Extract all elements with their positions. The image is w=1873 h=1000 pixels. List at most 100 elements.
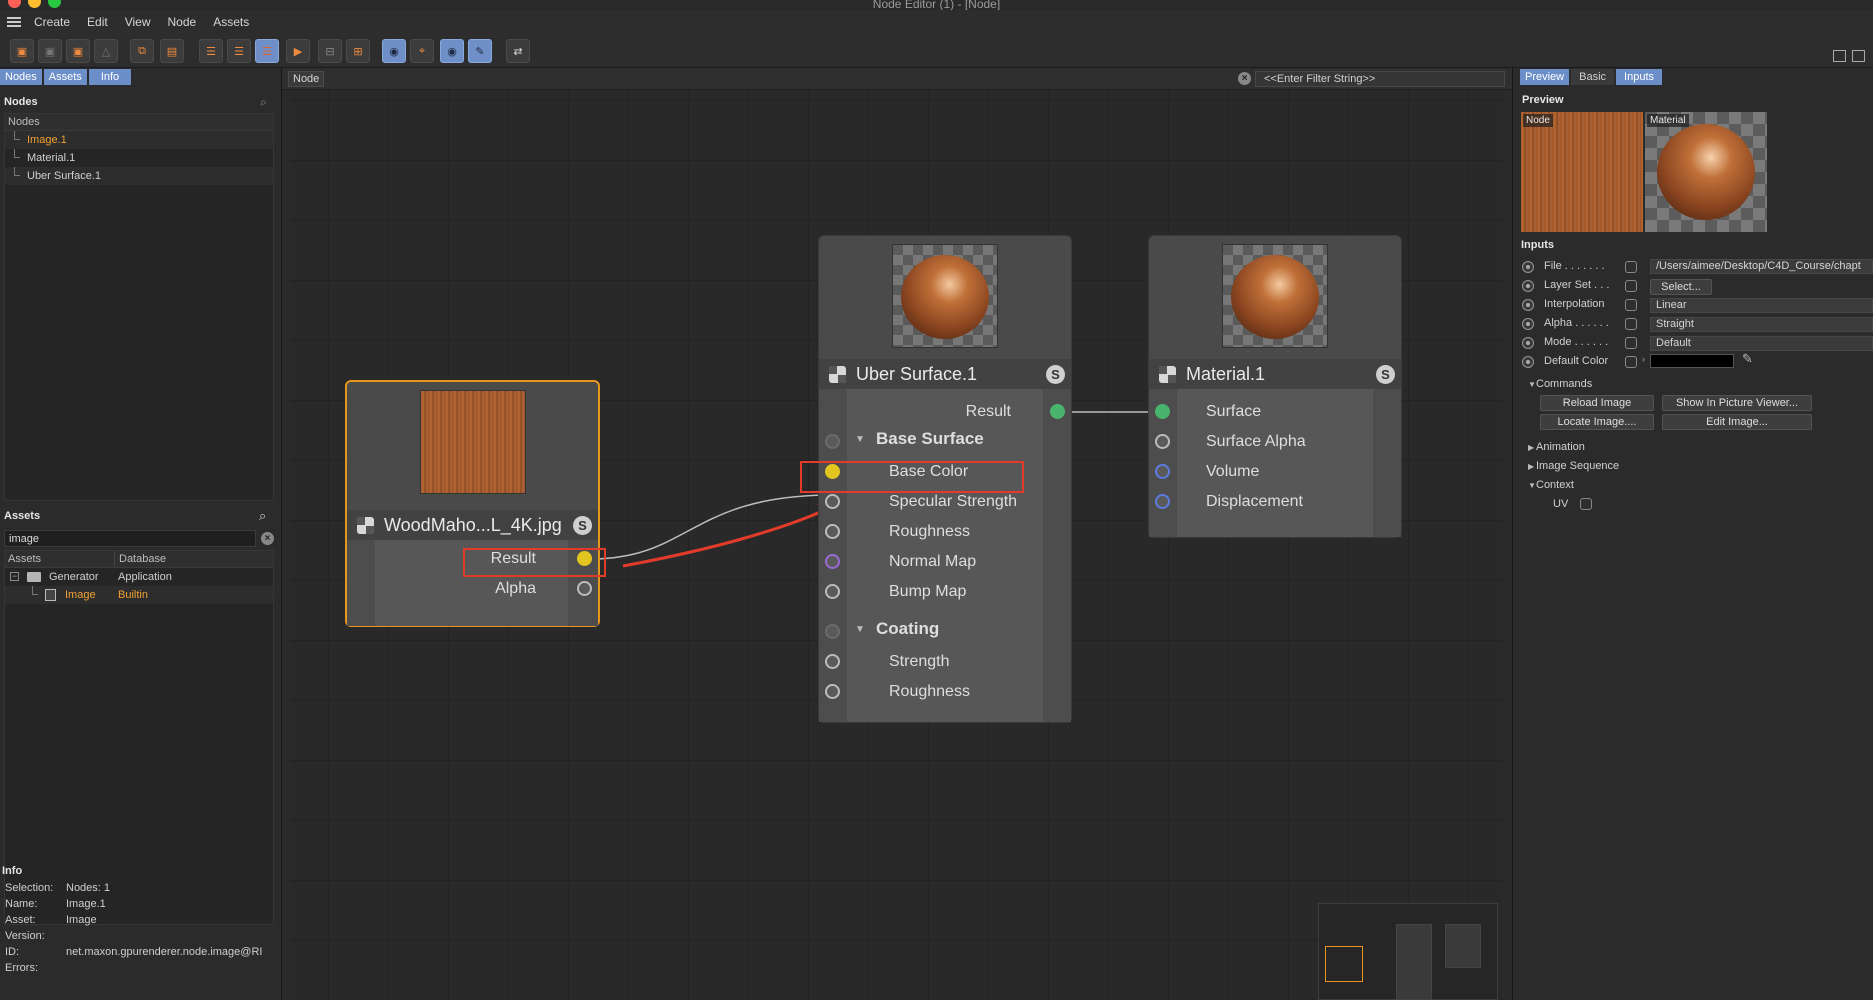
input-port-volume[interactable] [1155, 464, 1170, 479]
clear-search-icon[interactable]: × [261, 532, 274, 545]
mode-checkbox[interactable] [1625, 337, 1637, 349]
collapse-triangle-icon[interactable]: ▼ [855, 624, 865, 635]
layout-rows-icon[interactable]: ☰ [199, 39, 223, 63]
animate-file-icon[interactable] [1522, 261, 1534, 273]
tab-info[interactable]: Info [88, 69, 132, 85]
solo-badge-icon[interactable]: S [573, 516, 592, 535]
asset-row-generator[interactable]: − Generator Application [5, 568, 273, 586]
tab-preview[interactable]: Preview [1520, 69, 1570, 85]
minimap[interactable] [1318, 903, 1498, 1000]
ungroup-nodes-icon[interactable]: ▣ [66, 39, 90, 63]
node-list-item[interactable]: Image.1 [5, 131, 273, 149]
input-port-roughness[interactable] [825, 524, 840, 539]
edit-image-button[interactable]: Edit Image... [1662, 414, 1812, 430]
input-port-coating-roughness[interactable] [825, 684, 840, 699]
input-port-coating[interactable] [825, 624, 840, 639]
menu-view[interactable]: View [125, 15, 151, 29]
file-path-field[interactable]: /Users/aimee/Desktop/C4D_Course/chapt [1650, 259, 1873, 274]
group-coating[interactable]: Coating [876, 616, 939, 641]
output-port-result[interactable] [1050, 404, 1065, 419]
file-checkbox[interactable] [1625, 261, 1637, 273]
layout-columns-icon[interactable]: ☰ [227, 39, 251, 63]
reload-image-button[interactable]: Reload Image [1540, 395, 1654, 411]
animate-alpha-icon[interactable] [1522, 318, 1534, 330]
interpolation-checkbox[interactable] [1625, 299, 1637, 311]
input-port-surface[interactable] [1155, 404, 1170, 419]
context-section[interactable]: ▼Context [1528, 479, 1574, 491]
input-port-surface-alpha[interactable] [1155, 434, 1170, 449]
default-color-checkbox[interactable] [1625, 356, 1637, 368]
layout-expanded-icon[interactable]: ☰ [255, 39, 279, 63]
animate-interpolation-icon[interactable] [1522, 299, 1534, 311]
solo-node-icon[interactable]: △ [94, 39, 118, 63]
frame-selected-icon[interactable]: ⌖ [410, 39, 434, 63]
eyedropper-icon[interactable]: ✎ [1742, 351, 1753, 367]
assets-search-input[interactable] [4, 530, 256, 547]
nodes-search-icon[interactable]: ⌕ [260, 95, 267, 110]
clear-filter-icon[interactable]: × [1238, 72, 1251, 85]
tree-collapse-icon[interactable]: − [10, 572, 19, 581]
input-port-base-surface[interactable] [825, 434, 840, 449]
input-port-bump-map[interactable] [825, 584, 840, 599]
animation-section[interactable]: ▶ Animation [1528, 441, 1585, 453]
collapse-ports-icon[interactable]: ⊟ [318, 39, 342, 63]
play-preview-icon[interactable]: ▶ [286, 39, 310, 63]
output-port-alpha[interactable] [577, 581, 592, 596]
uv-checkbox[interactable] [1580, 498, 1592, 510]
menu-node[interactable]: Node [168, 15, 197, 29]
tab-assets[interactable]: Assets [43, 69, 87, 85]
copy-node-icon[interactable]: ⧉ [130, 39, 154, 63]
material-preview-thumbnail[interactable]: Material [1645, 112, 1767, 232]
tab-basic[interactable]: Basic [1571, 69, 1615, 85]
node-list-item[interactable]: Material.1 [5, 149, 273, 167]
material-header[interactable]: Material.1 S [1149, 359, 1401, 389]
tab-inputs[interactable]: Inputs [1616, 69, 1662, 85]
mode-dropdown[interactable]: Default [1650, 336, 1873, 351]
layerset-checkbox[interactable] [1625, 280, 1637, 292]
wire-result-to-base-color[interactable] [590, 494, 834, 560]
image-node-header[interactable]: WoodMaho...L_4K.jpg S [347, 510, 598, 540]
input-port-specular-strength[interactable] [825, 494, 840, 509]
animate-mode-icon[interactable] [1522, 337, 1534, 349]
input-port-displacement[interactable] [1155, 494, 1170, 509]
asset-row-image[interactable]: Image Builtin [5, 586, 273, 604]
commands-section[interactable]: ▼Commands [1528, 378, 1592, 390]
locate-image-button[interactable]: Locate Image.... [1540, 414, 1654, 430]
node-graph[interactable]: WoodMaho...L_4K.jpg S Result Alpha Uber … [290, 90, 1502, 1000]
alpha-dropdown[interactable]: Straight [1650, 317, 1873, 332]
show-in-picture-viewer-button[interactable]: Show In Picture Viewer... [1662, 395, 1812, 411]
animate-default-color-icon[interactable] [1522, 356, 1534, 368]
collapse-triangle-icon[interactable]: ▼ [855, 434, 865, 445]
assets-search-icon[interactable]: ⌕ [259, 508, 266, 524]
node-list-item[interactable]: Uber Surface.1 [5, 167, 273, 185]
solo-badge-icon[interactable]: S [1376, 365, 1395, 384]
menu-assets[interactable]: Assets [213, 15, 249, 29]
paste-node-icon[interactable]: ▤ [160, 39, 184, 63]
panel-right-icon[interactable] [1852, 50, 1865, 62]
panel-left-icon[interactable] [1833, 50, 1846, 62]
menu-create[interactable]: Create [34, 15, 70, 29]
uber-surface-header[interactable]: Uber Surface.1 S [819, 359, 1071, 389]
node-preview-thumbnail[interactable]: Node [1521, 112, 1643, 232]
filter-input[interactable]: <<Enter Filter String>> [1255, 71, 1505, 87]
alpha-checkbox[interactable] [1625, 318, 1637, 330]
animate-layerset-icon[interactable] [1522, 280, 1534, 292]
menu-edit[interactable]: Edit [87, 15, 108, 29]
tab-nodes[interactable]: Nodes [0, 69, 42, 85]
expand-color-icon[interactable]: › [1642, 354, 1645, 364]
material-node[interactable]: Material.1 S Surface Surface Alpha Volum… [1148, 235, 1402, 538]
swap-ports-icon[interactable]: ⇄ [506, 39, 530, 63]
interpolation-dropdown[interactable]: Linear [1650, 298, 1873, 313]
edit-mode-icon[interactable]: ✎ [468, 39, 492, 63]
add-node-icon[interactable]: ▣ [10, 39, 34, 63]
show-preview-icon[interactable]: ◉ [440, 39, 464, 63]
solo-badge-icon[interactable]: S [1046, 365, 1065, 384]
image-node[interactable]: WoodMaho...L_4K.jpg S Result Alpha [345, 380, 600, 627]
breadcrumb[interactable]: Node [288, 71, 325, 87]
group-base-surface[interactable]: Base Surface [876, 426, 984, 451]
expand-ports-icon[interactable]: ⊞ [346, 39, 370, 63]
input-port-strength[interactable] [825, 654, 840, 669]
image-sequence-section[interactable]: ▶ Image Sequence [1528, 460, 1619, 472]
layerset-select-button[interactable]: Select... [1650, 279, 1712, 295]
group-nodes-icon[interactable]: ▣ [38, 39, 62, 63]
